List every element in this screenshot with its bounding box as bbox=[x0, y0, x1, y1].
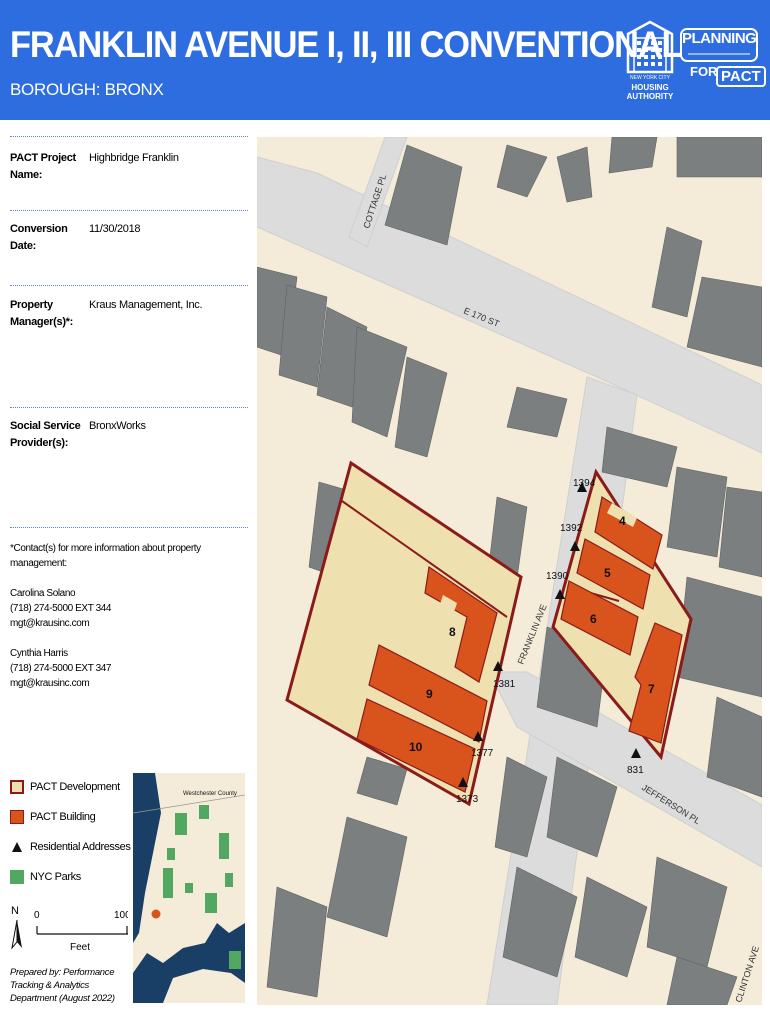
address-label: 1392 bbox=[560, 523, 583, 534]
building-label: 10 bbox=[409, 740, 423, 754]
park-swatch bbox=[10, 870, 24, 884]
manager-row: Property Manager(s)*: Kraus Management, … bbox=[10, 297, 248, 337]
contacts-block: *Contact(s) for more information about p… bbox=[10, 541, 248, 691]
address-label: 1377 bbox=[471, 748, 494, 759]
contacts-intro: *Contact(s) for more information about p… bbox=[10, 543, 201, 569]
contact-phone: (718) 274-5000 EXT 347 bbox=[10, 663, 112, 674]
inset-locator-map: Westchester County bbox=[132, 773, 246, 1003]
separator bbox=[10, 210, 248, 211]
planning-for-pact-logo: PLANNING FOR PACT bbox=[680, 28, 766, 94]
nycha-logo: NEW YORK CITY HOUSING AUTHORITY bbox=[624, 20, 676, 112]
project-name-value: Highbridge Franklin bbox=[89, 152, 179, 164]
contact-email: mgt@krausinc.com bbox=[10, 678, 90, 689]
contact-name: Carolina Solano bbox=[10, 588, 76, 599]
project-name-row: PACT Project Name: Highbridge Franklin bbox=[10, 150, 248, 190]
social-service-label: Social Service Provider(s): bbox=[10, 420, 81, 449]
nycha-building-icon bbox=[626, 20, 674, 74]
project-name-label: PACT Project Name: bbox=[10, 152, 76, 181]
separator bbox=[10, 136, 248, 137]
separator bbox=[10, 407, 248, 408]
social-service-value: BronxWorks bbox=[89, 420, 146, 432]
address-label: 1373 bbox=[456, 794, 479, 805]
borough-label: BOROUGH: BRONX bbox=[10, 80, 164, 99]
building-label: 8 bbox=[449, 625, 456, 639]
building-label: 5 bbox=[604, 566, 611, 580]
building-swatch bbox=[10, 810, 24, 824]
manager-label: Property Manager(s)*: bbox=[10, 299, 74, 328]
scale-start: 0 bbox=[34, 910, 40, 921]
triangle-icon bbox=[12, 842, 22, 852]
development-swatch bbox=[10, 780, 24, 794]
conversion-date-value: 11/30/2018 bbox=[89, 223, 141, 235]
scale-bar: N 0 100 Feet bbox=[8, 900, 131, 960]
separator bbox=[10, 527, 248, 528]
building-label: 9 bbox=[426, 687, 433, 701]
nycha-logo-text: NEW YORK CITY HOUSING AUTHORITY bbox=[626, 75, 674, 101]
address-label: 831 bbox=[627, 765, 644, 776]
inset-map-graphic: Westchester County bbox=[132, 773, 246, 1003]
contact-email: mgt@krausinc.com bbox=[10, 618, 90, 629]
address-label: 1394 bbox=[573, 478, 596, 489]
inset-label: Westchester County bbox=[183, 791, 237, 797]
contact-phone: (718) 274-5000 EXT 344 bbox=[10, 603, 112, 614]
prepared-by-note: Prepared by: Performance Tracking & Anal… bbox=[10, 967, 115, 1004]
address-label: 1381 bbox=[493, 679, 516, 690]
scale-end: 100 bbox=[114, 910, 128, 921]
contact-name: Cynthia Harris bbox=[10, 648, 68, 659]
manager-value: Kraus Management, Inc. bbox=[89, 299, 203, 311]
header-banner: FRANKLIN AVENUE I, II, III CONVENTIONAL … bbox=[0, 0, 770, 120]
building-label: 4 bbox=[619, 514, 626, 528]
scale-unit: Feet bbox=[70, 942, 90, 953]
social-service-row: Social Service Provider(s): BronxWorks bbox=[10, 418, 248, 458]
location-marker-icon bbox=[151, 909, 161, 919]
separator bbox=[10, 285, 248, 286]
site-map-graphic: 8 9 10 4 5 6 7 1394 1392 1390 1381 1377 … bbox=[256, 136, 763, 1006]
page-title: FRANKLIN AVENUE I, II, III CONVENTIONAL bbox=[10, 24, 683, 65]
address-label: 1390 bbox=[546, 571, 569, 582]
building-label: 7 bbox=[648, 682, 655, 696]
north-arrow-and-scale-icon: N 0 100 Feet bbox=[11, 905, 131, 953]
site-map: 8 9 10 4 5 6 7 1394 1392 1390 1381 1377 … bbox=[256, 136, 763, 1006]
north-label: N bbox=[11, 905, 19, 917]
building-label: 6 bbox=[590, 612, 597, 626]
conversion-date-label: Conversion Date: bbox=[10, 223, 68, 252]
